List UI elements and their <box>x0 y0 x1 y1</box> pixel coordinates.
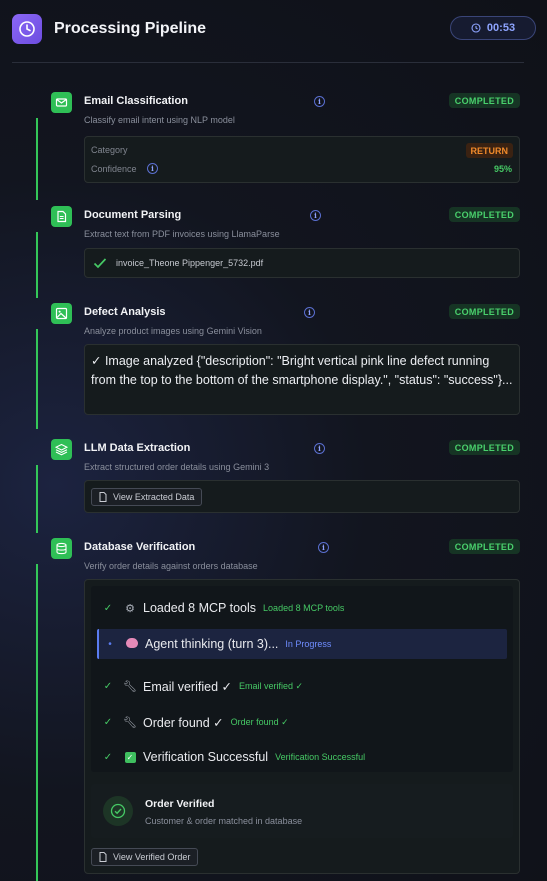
image-icon <box>51 303 72 324</box>
brain-icon <box>121 637 143 651</box>
timer-value: 00:53 <box>486 22 516 34</box>
checkbox-icon: ✓ <box>119 751 141 763</box>
step-title-document-parsing: Document Parsing <box>84 209 182 221</box>
trace-status: Order found ✓ <box>230 716 289 727</box>
step-title-defect-analysis: Defect Analysis <box>84 306 166 318</box>
view-extracted-data-label: View Extracted Data <box>113 492 195 502</box>
defect-result-card: ✓ Image analyzed {"description": "Bright… <box>84 344 520 415</box>
check-icon <box>93 258 107 269</box>
trace-check-icon: ✓ <box>103 751 113 763</box>
status-badge: COMPLETED <box>448 539 520 554</box>
status-badge: COMPLETED <box>448 440 520 455</box>
info-icon[interactable]: i <box>304 307 315 318</box>
status-badge: COMPLETED <box>448 207 520 222</box>
document-icon <box>51 206 72 227</box>
confidence-label: Confidence <box>91 164 137 174</box>
view-verified-order-button[interactable]: View Verified Order <box>91 848 199 866</box>
view-verified-order-label: View Verified Order <box>113 852 191 862</box>
verified-title: Order Verified <box>145 798 215 810</box>
agent-trace-panel[interactable]: ✓ ⚙ Loaded 8 MCP tools Loaded 8 MCP tool… <box>91 586 513 772</box>
info-icon[interactable]: i <box>314 443 325 454</box>
trace-check-icon: ✓ <box>103 602 113 614</box>
timeline-rail <box>36 232 38 298</box>
trace-text: Order found ✓ <box>143 715 224 730</box>
defect-result-text: ✓ Image analyzed {"description": "Bright… <box>91 354 513 387</box>
trace-status: Email verified ✓ <box>238 680 304 691</box>
step-title-llm-extraction: LLM Data Extraction <box>84 442 191 454</box>
step-description: Extract structured order details using G… <box>84 462 270 472</box>
info-icon[interactable]: i <box>310 210 321 221</box>
layers-icon <box>51 439 72 460</box>
step-description: Extract text from PDF invoices using Lla… <box>84 229 280 239</box>
file-name[interactable]: invoice_Theone Pippenger_5732.pdf <box>116 258 263 268</box>
info-icon[interactable]: i <box>314 96 325 107</box>
trace-check-icon: ✓ <box>103 680 113 692</box>
info-icon[interactable]: i <box>147 163 158 174</box>
step-description: Verify order details against orders data… <box>84 561 258 571</box>
clock-icon <box>12 14 42 44</box>
file-icon <box>99 852 107 862</box>
timeline-rail <box>36 465 38 533</box>
trace-text: Verification Successful <box>143 750 269 764</box>
parsed-file-card: invoice_Theone Pippenger_5732.pdf <box>84 248 520 278</box>
mail-icon <box>51 92 72 113</box>
category-badge: RETURN <box>465 143 513 158</box>
view-extracted-data-button[interactable]: View Extracted Data <box>91 488 203 506</box>
trace-row: ✓ ⚙ Loaded 8 MCP tools Loaded 8 MCP tool… <box>97 593 507 623</box>
trace-row: ✓ 🔧︎ Email verified ✓ Email verified ✓ <box>97 671 507 701</box>
elapsed-timer: 00:53 <box>450 16 536 40</box>
step-title-email-classification: Email Classification <box>84 95 188 107</box>
trace-status: Loaded 8 MCP tools <box>263 603 345 613</box>
trace-row: ✓ ✓ Verification Successful Verification… <box>97 742 507 772</box>
trace-text: Loaded 8 MCP tools <box>143 601 257 615</box>
file-icon <box>99 492 107 502</box>
wrench-icon: 🔧︎ <box>123 716 137 729</box>
info-icon[interactable]: i <box>318 542 329 553</box>
trace-text: Email verified ✓ <box>143 679 232 694</box>
gear-icon: ⚙ <box>125 602 135 615</box>
trace-row-active: • Agent thinking (turn 3)... In Progress <box>97 629 507 659</box>
extraction-card: View Extracted Data <box>84 480 520 513</box>
timer-icon <box>471 23 481 33</box>
database-icon <box>51 538 72 559</box>
page-title: Processing Pipeline <box>54 20 207 37</box>
timeline-rail <box>36 329 38 429</box>
trace-check-icon: ✓ <box>103 716 113 728</box>
wrench-icon: 🔧︎ <box>123 680 137 693</box>
trace-status: In Progress <box>285 639 332 649</box>
step-description: Analyze product images using Gemini Visi… <box>84 326 262 336</box>
verified-description: Customer & order matched in database <box>145 816 303 826</box>
step-title-database-verification: Database Verification <box>84 541 196 553</box>
timeline-rail <box>36 564 38 881</box>
classification-card: Category RETURN Confidence i 95% <box>84 136 520 183</box>
pipeline-header: Processing Pipeline 00:53 <box>12 14 536 44</box>
trace-text: Agent thinking (turn 3)... <box>145 637 279 651</box>
timeline-rail <box>36 118 38 200</box>
status-badge: COMPLETED <box>448 93 520 108</box>
header-divider <box>12 62 524 63</box>
check-circle-icon <box>103 796 133 826</box>
category-label: Category <box>91 145 128 155</box>
step-description: Classify email intent using NLP model <box>84 115 235 125</box>
status-badge: COMPLETED <box>448 304 520 319</box>
order-verified-block: Order Verified Customer & order matched … <box>91 784 513 838</box>
verification-card: ✓ ⚙ Loaded 8 MCP tools Loaded 8 MCP tool… <box>84 579 520 874</box>
trace-status: Verification Successful <box>275 752 366 762</box>
trace-progress-dot: • <box>108 638 112 650</box>
trace-row: ✓ 🔧︎ Order found ✓ Order found ✓ <box>97 707 507 737</box>
confidence-value: 95% <box>493 164 512 174</box>
